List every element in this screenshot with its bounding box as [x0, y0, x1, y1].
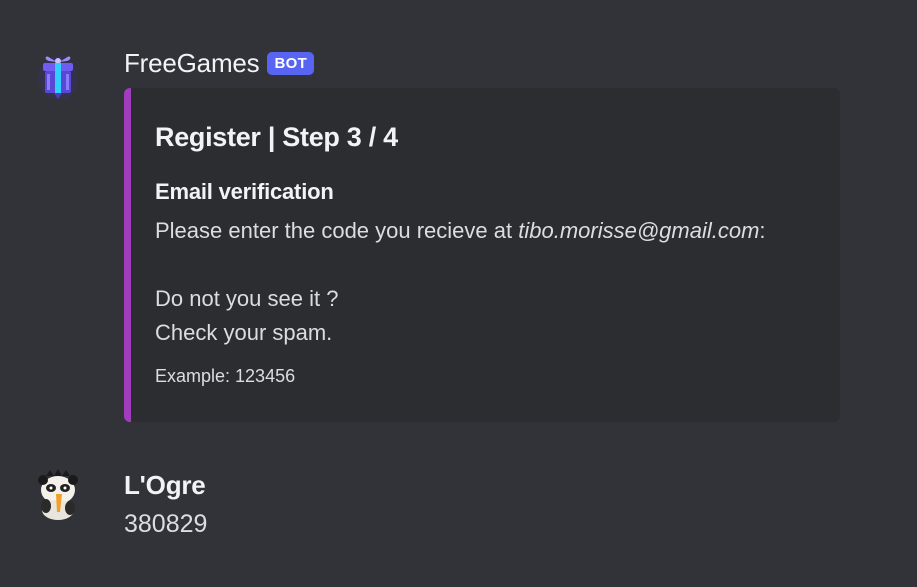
instruction-line: Please enter the code you recieve at tib… [155, 214, 766, 248]
message-content: 380829 [124, 510, 208, 538]
author-name[interactable]: L'Ogre [124, 470, 206, 501]
message-header: L'Ogre [124, 470, 206, 501]
instruction-suffix: : [759, 218, 766, 243]
author-name[interactable]: FreeGames [124, 48, 260, 79]
instruction-text: Please enter the code you recieve at [155, 218, 519, 243]
panda-avatar-icon[interactable] [30, 466, 86, 522]
embed-field-value: Please enter the code you recieve at tib… [155, 214, 766, 350]
spam-hint-line: Check your spam. [155, 320, 333, 345]
question-line: Do not you see it ? [155, 286, 339, 311]
embed-field-name: Email verification [155, 179, 334, 204]
email-address: tibo.morisse@gmail.com [518, 218, 760, 243]
embed-footer: Example: 123456 [155, 366, 296, 386]
embed-title: Register | Step 3 / 4 [155, 122, 398, 152]
bot-badge: BOT [267, 52, 315, 75]
message-header: FreeGames BOT [124, 48, 315, 79]
gift-box-icon[interactable] [30, 48, 86, 104]
chat-messages: FreeGames BOT Register | Step 3 / 4 Emai… [0, 0, 917, 587]
embed-card: Register | Step 3 / 4 Email verification… [124, 88, 840, 422]
